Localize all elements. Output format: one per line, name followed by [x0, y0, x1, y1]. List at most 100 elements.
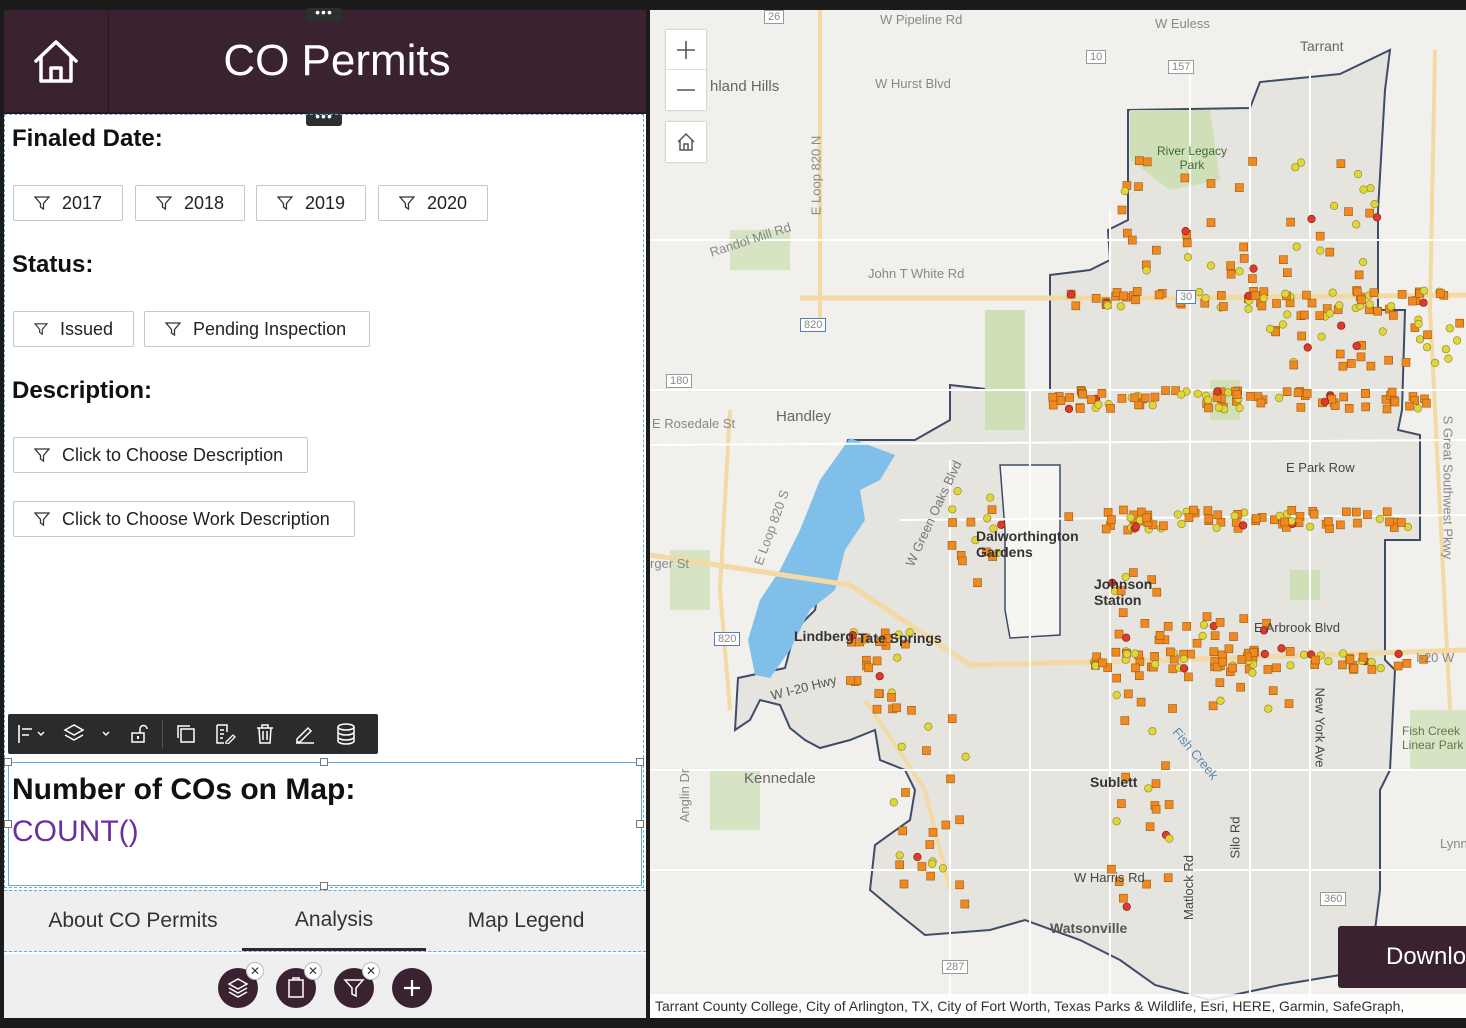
- permit-marker-square[interactable]: [1078, 389, 1088, 399]
- permit-marker-square[interactable]: [1164, 800, 1174, 809]
- permit-marker-circle[interactable]: [1103, 301, 1112, 310]
- align-button[interactable]: [8, 714, 54, 754]
- permit-marker-circle[interactable]: [1212, 523, 1221, 532]
- permit-marker-square[interactable]: [1091, 294, 1101, 303]
- permit-marker-square[interactable]: [1280, 517, 1290, 527]
- permit-marker-circle[interactable]: [1338, 649, 1348, 658]
- permit-marker-square[interactable]: [1358, 652, 1368, 662]
- permit-marker-circle[interactable]: [1375, 514, 1384, 524]
- permit-marker-circle[interactable]: [889, 798, 898, 807]
- permit-marker-square[interactable]: [1354, 270, 1364, 280]
- arrange-button[interactable]: [54, 714, 120, 754]
- permit-marker-square[interactable]: [1408, 296, 1417, 306]
- permit-marker-square[interactable]: [1385, 517, 1394, 527]
- permit-marker-square[interactable]: [1311, 655, 1320, 665]
- permit-marker-square[interactable]: [1272, 299, 1281, 308]
- permit-marker-circle[interactable]: [1274, 393, 1284, 403]
- filter-2020-button[interactable]: 2020: [378, 185, 488, 221]
- permit-marker-circle[interactable]: [1286, 661, 1295, 670]
- permit-marker-square[interactable]: [1134, 182, 1143, 191]
- permit-marker-square[interactable]: [1361, 389, 1370, 398]
- filter-2019-button[interactable]: 2019: [256, 185, 366, 221]
- permit-marker-square[interactable]: [1151, 779, 1161, 788]
- permit-marker-circle[interactable]: [1094, 400, 1103, 409]
- permit-marker-circle[interactable]: [1366, 184, 1375, 193]
- permit-marker-square[interactable]: [1168, 704, 1177, 713]
- permit-marker-square[interactable]: [1423, 330, 1432, 340]
- permit-marker-circle[interactable]: [1335, 301, 1344, 310]
- permit-marker-circle[interactable]: [953, 487, 962, 496]
- permit-marker-square[interactable]: [1131, 663, 1140, 673]
- permit-marker-square[interactable]: [925, 840, 935, 849]
- permit-marker-circle[interactable]: [928, 859, 937, 869]
- permit-marker-square[interactable]: [1325, 247, 1335, 257]
- permit-marker-square[interactable]: [1065, 393, 1075, 402]
- permit-marker-square[interactable]: [1228, 663, 1238, 673]
- permit-marker-circle[interactable]: [1195, 288, 1204, 297]
- permit-marker-square[interactable]: [947, 541, 957, 550]
- permit-marker-square[interactable]: [1056, 396, 1066, 406]
- permit-marker-square[interactable]: [1369, 288, 1379, 298]
- close-icon[interactable]: ✕: [362, 962, 380, 980]
- permit-marker-square[interactable]: [1349, 664, 1359, 673]
- permit-marker-circle[interactable]: [1199, 620, 1209, 630]
- permit-marker-square[interactable]: [1213, 510, 1223, 520]
- permit-marker-circle[interactable]: [1214, 403, 1223, 412]
- permit-marker-square[interactable]: [1251, 514, 1261, 523]
- permit-marker-square[interactable]: [1239, 614, 1249, 623]
- permit-marker-square[interactable]: [887, 692, 896, 702]
- permit-marker-red[interactable]: [1394, 649, 1403, 659]
- permit-marker-circle[interactable]: [1112, 817, 1121, 826]
- permit-marker-circle[interactable]: [1116, 302, 1125, 311]
- permit-marker-square[interactable]: [1150, 392, 1160, 402]
- permit-marker-square[interactable]: [1117, 205, 1127, 215]
- tab-map-legend[interactable]: Map Legend: [434, 891, 618, 951]
- permit-marker-circle[interactable]: [1378, 327, 1387, 336]
- permit-marker-square[interactable]: [1120, 716, 1130, 725]
- filter-2018-button[interactable]: 2018: [135, 185, 245, 221]
- filter-pending-inspection-button[interactable]: Pending Inspection: [144, 311, 370, 347]
- permit-marker-square[interactable]: [1151, 804, 1161, 814]
- permit-marker-square[interactable]: [1118, 291, 1128, 301]
- permit-marker-square[interactable]: [1297, 331, 1306, 341]
- permit-marker-square[interactable]: [1344, 207, 1353, 216]
- permit-marker-square[interactable]: [1106, 404, 1115, 413]
- permit-marker-square[interactable]: [1119, 893, 1128, 903]
- permit-marker-square[interactable]: [1119, 505, 1128, 515]
- permit-marker-square[interactable]: [898, 826, 907, 836]
- permit-marker-circle[interactable]: [893, 653, 902, 662]
- permit-marker-square[interactable]: [1192, 638, 1202, 648]
- permit-marker-square[interactable]: [1339, 392, 1349, 402]
- filter-2017-button[interactable]: 2017: [13, 185, 123, 221]
- properties-button[interactable]: [205, 714, 245, 754]
- permit-marker-circle[interactable]: [1296, 158, 1306, 167]
- permit-marker-circle[interactable]: [1445, 324, 1454, 333]
- permit-marker-circle[interactable]: [1224, 388, 1233, 397]
- permit-marker-square[interactable]: [1142, 513, 1151, 523]
- permit-marker-circle[interactable]: [1441, 345, 1451, 354]
- permit-marker-square[interactable]: [1397, 289, 1407, 299]
- permit-marker-square[interactable]: [1338, 361, 1348, 371]
- permit-marker-circle[interactable]: [1193, 389, 1202, 398]
- permit-marker-square[interactable]: [1131, 295, 1140, 305]
- permit-marker-square[interactable]: [872, 656, 882, 666]
- permit-marker-square[interactable]: [1388, 311, 1398, 320]
- map-home-button[interactable]: [666, 122, 706, 162]
- permit-marker-circle[interactable]: [1414, 319, 1423, 329]
- filter-issued-button[interactable]: Issued: [13, 311, 134, 347]
- permit-marker-circle[interactable]: [1148, 727, 1157, 736]
- permit-marker-square[interactable]: [958, 556, 967, 566]
- permit-marker-square[interactable]: [926, 871, 935, 881]
- permit-marker-square[interactable]: [1202, 612, 1212, 621]
- permit-marker-square[interactable]: [1151, 245, 1161, 255]
- permit-marker-square[interactable]: [960, 899, 970, 909]
- permit-marker-circle[interactable]: [924, 722, 933, 731]
- permit-marker-circle[interactable]: [1216, 696, 1225, 705]
- permit-marker-circle[interactable]: [1317, 332, 1326, 341]
- permit-marker-circle[interactable]: [1419, 286, 1429, 295]
- permit-marker-square[interactable]: [1251, 291, 1260, 300]
- permit-marker-square[interactable]: [1296, 403, 1306, 412]
- permit-marker-square[interactable]: [1209, 647, 1219, 657]
- permit-marker-circle[interactable]: [1248, 668, 1257, 677]
- permit-marker-circle[interactable]: [1259, 294, 1268, 303]
